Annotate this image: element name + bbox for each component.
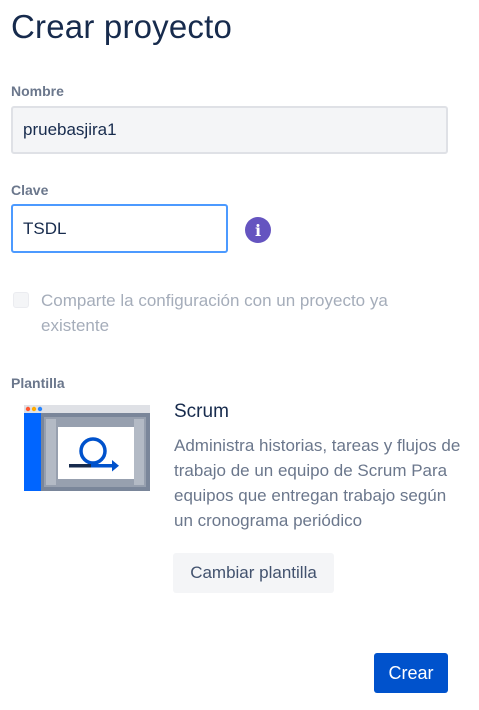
info-icon[interactable]: i bbox=[245, 217, 271, 243]
page-title: Crear proyecto bbox=[11, 8, 233, 45]
scrum-template-illustration bbox=[24, 405, 150, 491]
share-config-checkbox[interactable] bbox=[13, 292, 29, 308]
template-name: Scrum bbox=[174, 401, 229, 422]
name-input[interactable]: pruebasjira1 bbox=[11, 106, 448, 154]
create-project-page: Crear proyecto Nombre pruebasjira1 Clave… bbox=[0, 0, 479, 710]
share-config-label: Comparte la configuración con un proyect… bbox=[41, 291, 388, 335]
create-button[interactable]: Crear bbox=[374, 653, 448, 693]
key-input[interactable]: TSDL bbox=[11, 204, 228, 253]
name-label: Nombre bbox=[11, 83, 64, 99]
template-description: Administra historias, tareas y flujos de… bbox=[174, 436, 461, 530]
change-template-button[interactable]: Cambiar plantilla bbox=[173, 553, 334, 593]
key-label: Clave bbox=[11, 182, 49, 198]
template-label: Plantilla bbox=[11, 375, 65, 391]
